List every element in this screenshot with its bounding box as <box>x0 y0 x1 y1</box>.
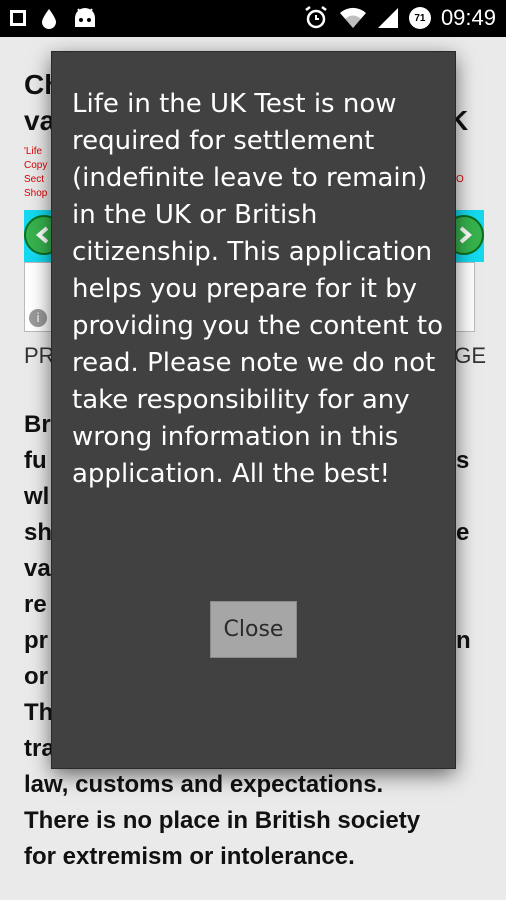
square-icon <box>10 10 26 26</box>
body-line-start: pr <box>24 627 48 654</box>
arrow-right-icon <box>459 226 473 244</box>
alarm-icon <box>305 6 327 29</box>
info-dialog: Life in the UK Test is now required for … <box>52 52 455 768</box>
body-line-start: or <box>24 663 48 690</box>
android-icon <box>75 8 95 27</box>
system-icons: 71 09:49 <box>303 5 496 31</box>
red-line-end: O <box>456 174 464 185</box>
close-button[interactable]: Close <box>210 601 297 658</box>
body-line: There is no place in British society <box>24 807 421 834</box>
body-line-start: wl <box>24 483 50 510</box>
body-line-start: va <box>24 555 51 582</box>
body-line-start: Br <box>24 411 51 438</box>
notification-icons <box>10 7 98 29</box>
arrow-left-icon <box>35 226 49 244</box>
signal-icon <box>377 8 398 28</box>
wifi-icon <box>339 7 366 28</box>
drop-icon <box>42 9 56 29</box>
battery-badge-icon: 71 <box>408 7 431 29</box>
info-icon[interactable]: i <box>29 309 47 327</box>
body-line-end: n <box>456 627 471 654</box>
next-page-link[interactable]: GE <box>454 343 486 369</box>
body-line: for extremism or intolerance. <box>24 843 355 870</box>
body-line-start: fu <box>24 447 47 474</box>
body-line-end: e <box>456 519 470 546</box>
status-bar: 71 09:49 <box>0 0 506 37</box>
body-line-start: sh <box>24 519 53 546</box>
dialog-message: Life in the UK Test is now required for … <box>72 89 443 489</box>
body-line-start: tra <box>24 735 55 762</box>
body-line-start: Th <box>24 699 54 726</box>
body-line-start: re <box>24 591 47 618</box>
clock: 09:49 <box>440 5 496 30</box>
prev-page-link[interactable]: PR <box>24 343 55 369</box>
body-line-partial: law, customs and expectations. <box>24 771 384 798</box>
body-line-end: s <box>456 447 470 474</box>
